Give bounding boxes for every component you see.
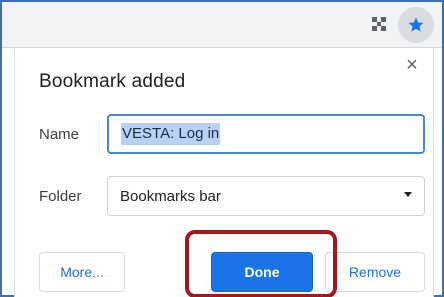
name-label: Name [39, 126, 80, 143]
bookmark-added-dialog: × Bookmark added Name VESTA: Log in Fold… [14, 48, 434, 297]
bookmark-star-button[interactable] [398, 7, 434, 43]
star-icon [408, 17, 424, 32]
close-icon[interactable]: × [403, 55, 421, 75]
browser-toolbar [2, 2, 442, 48]
folder-select[interactable]: Bookmarks bar [107, 176, 425, 216]
folder-select-value: Bookmarks bar [120, 187, 221, 205]
dialog-title: Bookmark added [39, 71, 186, 92]
extension-icon[interactable] [371, 16, 387, 32]
done-highlight-annotation [185, 230, 337, 297]
folder-label: Folder [39, 188, 82, 205]
chevron-down-icon [404, 192, 412, 197]
remove-button[interactable]: Remove [325, 252, 425, 292]
name-input[interactable]: VESTA: Log in [107, 114, 425, 154]
name-input-selected-text: VESTA: Log in [121, 123, 221, 145]
more-button[interactable]: More... [39, 252, 125, 292]
screenshot-frame: × Bookmark added Name VESTA: Log in Fold… [0, 0, 444, 297]
